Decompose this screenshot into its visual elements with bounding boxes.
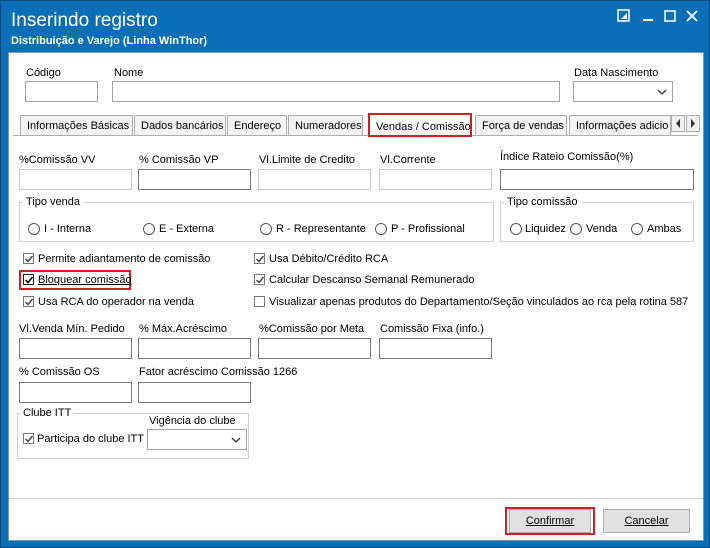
bloquear-comissao-checkbox[interactable] — [23, 274, 34, 285]
tipo-venda-legend: Tipo venda — [23, 196, 84, 208]
resize-icon[interactable] — [617, 9, 635, 25]
usa-debito-credito-label: Usa Débito/Crédito RCA — [269, 253, 389, 265]
comissao-vv-label: %Comissão VV — [19, 154, 96, 166]
radio-profissional-label: P - Profissional — [391, 223, 465, 235]
participa-clube-label: Participa do clube ITT — [37, 433, 144, 445]
comissao-vv-input[interactable] — [19, 169, 132, 190]
comissao-vp-label: % Comissão VP — [139, 154, 219, 166]
comissao-vp-input[interactable] — [138, 169, 251, 190]
comissao-os-label: % Comissão OS — [19, 366, 100, 378]
chevron-down-icon — [656, 86, 668, 98]
comissao-fixa-label: Comissão Fixa (info.) — [380, 323, 484, 335]
chevron-down-icon — [230, 434, 242, 446]
tab-forca-de-vendas[interactable]: Força de vendas — [475, 115, 567, 136]
checkmark-icon — [255, 276, 265, 284]
comissao-meta-label: %Comissão por Meta — [259, 323, 365, 335]
form-area: Código Nome Data Nascimento Informações … — [8, 52, 704, 541]
comissao-os-input[interactable] — [19, 382, 132, 403]
window-subtitle: Distribuição e Varejo (Linha WinThor) — [11, 35, 208, 47]
limite-credito-label: Vl.Limite de Credito — [259, 154, 355, 166]
clube-itt-legend: Clube ITT — [20, 407, 75, 419]
indice-rateio-label: Índice Rateio Comissão(%) — [500, 151, 634, 163]
tab-numeradores[interactable]: Numeradores — [288, 115, 363, 136]
fator-acrescimo-input[interactable] — [138, 382, 251, 403]
fator-acrescimo-label: Fator acréscimo Comissão 1266 — [139, 366, 298, 378]
calcular-descanso-checkbox[interactable] — [254, 274, 265, 285]
checkmark-icon — [24, 435, 34, 443]
max-acrescimo-input[interactable] — [138, 338, 251, 359]
radio-venda-label: Venda — [586, 223, 618, 235]
venda-min-pedido-label: Vl.Venda Mín. Pedido — [19, 323, 125, 335]
tab-divider — [13, 135, 698, 136]
tab-dados-bancarios[interactable]: Dados bancários — [134, 115, 226, 136]
radio-profissional[interactable] — [375, 223, 387, 235]
codigo-input[interactable] — [25, 81, 98, 102]
maximize-icon[interactable] — [663, 9, 681, 25]
minimize-icon[interactable] — [641, 9, 659, 25]
vl-corrente-label: Vl.Corrente — [380, 154, 436, 166]
permite-adiantamento-checkbox[interactable] — [23, 253, 34, 264]
tipo-comissao-legend: Tipo comissão — [504, 196, 581, 208]
vl-corrente-input[interactable] — [379, 169, 492, 190]
participa-clube-checkbox[interactable] — [23, 433, 34, 444]
tipo-venda-group — [19, 202, 494, 242]
application-window: Inserindo registro Distribuição e Varejo… — [0, 0, 710, 548]
comissao-fixa-input[interactable] — [379, 338, 492, 359]
tab-informacoes-basicas[interactable]: Informações Básicas — [20, 115, 133, 136]
usa-rca-operador-label: Usa RCA do operador na venda — [38, 296, 194, 308]
radio-liquidez-label: Liquidez — [525, 223, 566, 235]
tab-informacoes-adicionais[interactable]: Informações adicio — [569, 115, 671, 136]
tab-scroll-right-icon[interactable] — [686, 115, 700, 132]
radio-interna[interactable] — [28, 223, 40, 235]
radio-externa-label: E - Externa — [159, 223, 215, 235]
footer-divider — [9, 498, 703, 499]
nome-input[interactable] — [112, 81, 560, 102]
data-nascimento-picker[interactable] — [573, 81, 673, 102]
usa-rca-operador-checkbox[interactable] — [23, 296, 34, 307]
radio-externa[interactable] — [143, 223, 155, 235]
confirmar-button[interactable]: Confirmar — [509, 509, 591, 533]
radio-representante-label: R - Representante — [276, 223, 366, 235]
tab-scroll-left-icon[interactable] — [671, 115, 685, 132]
visualizar-produtos-label: Visualizar apenas produtos do Departamen… — [269, 296, 689, 308]
vigencia-clube-label: Vigência do clube — [149, 415, 236, 427]
close-icon[interactable] — [685, 9, 703, 25]
checkmark-icon — [24, 255, 34, 263]
usa-debito-credito-checkbox[interactable] — [254, 253, 265, 264]
tab-vendas-comissao[interactable]: Vendas / Comissão — [368, 113, 472, 137]
checkmark-icon — [255, 255, 265, 263]
radio-interna-label: I - Interna — [44, 223, 92, 235]
limite-credito-input[interactable] — [258, 169, 371, 190]
radio-liquidez[interactable] — [510, 223, 522, 235]
data-nascimento-label: Data Nascimento — [574, 67, 659, 79]
radio-ambas[interactable] — [631, 223, 643, 235]
venda-min-pedido-input[interactable] — [19, 338, 132, 359]
indice-rateio-input[interactable] — [500, 169, 694, 190]
window-title: Inserindo registro — [11, 10, 158, 31]
tipo-comissao-group — [500, 202, 694, 242]
cancelar-button[interactable]: Cancelar — [603, 509, 690, 533]
max-acrescimo-label: % Máx.Acréscimo — [139, 323, 228, 335]
calcular-descanso-label: Calcular Descanso Semanal Remunerado — [269, 274, 475, 286]
radio-representante[interactable] — [260, 223, 272, 235]
radio-ambas-label: Ambas — [647, 223, 682, 235]
permite-adiantamento-label: Permite adiantamento de comissão — [38, 253, 211, 265]
vigencia-clube-picker[interactable] — [147, 429, 247, 450]
checkmark-icon — [24, 298, 34, 306]
comissao-meta-input[interactable] — [258, 338, 371, 359]
checkmark-icon — [24, 276, 34, 284]
tab-endereco[interactable]: Endereço — [227, 115, 287, 136]
codigo-label: Código — [26, 67, 61, 79]
radio-venda[interactable] — [570, 223, 582, 235]
visualizar-produtos-checkbox[interactable] — [254, 296, 265, 307]
bloquear-comissao-label: Bloquear comissão — [38, 274, 132, 286]
nome-label: Nome — [114, 67, 144, 79]
